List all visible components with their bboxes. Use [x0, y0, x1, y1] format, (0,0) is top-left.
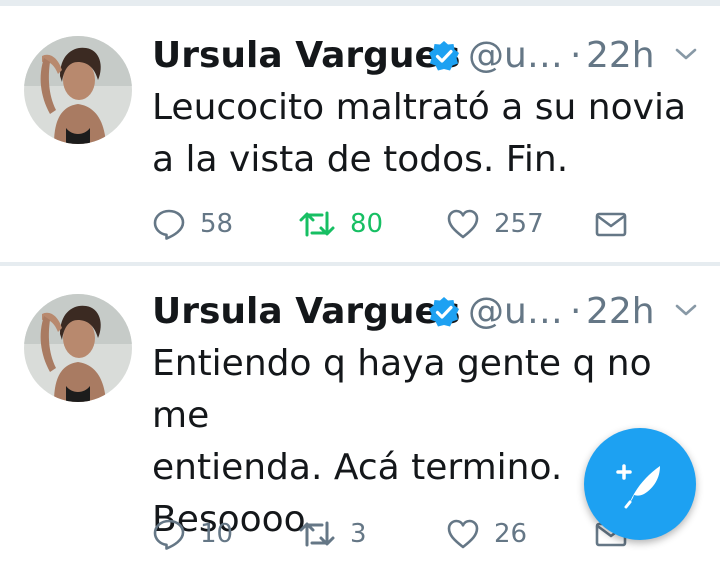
tweet[interactable]: Ursula Vargues @u… · 22h Leucocito maltr… [0, 6, 720, 264]
reply-count: 58 [200, 209, 234, 239]
chevron-down-icon[interactable] [672, 44, 700, 64]
avatar[interactable] [24, 294, 132, 402]
like-count: 257 [494, 209, 544, 239]
author-name[interactable]: Ursula Vargues [152, 288, 460, 336]
tweet-timestamp[interactable]: 22h [586, 288, 655, 336]
tweet-timestamp[interactable]: 22h [586, 32, 655, 80]
avatar[interactable] [24, 36, 132, 144]
author-handle[interactable]: @u… [468, 32, 563, 80]
retweet-count: 80 [350, 209, 384, 239]
tweet-text: Leucocito maltrató a su novia a la vista… [152, 87, 687, 180]
reply-button[interactable]: 10 [152, 514, 233, 554]
reply-icon [153, 519, 185, 550]
author-name[interactable]: Ursula Vargues [152, 32, 460, 80]
heart-icon [447, 209, 479, 239]
reply-icon [153, 209, 185, 240]
chevron-down-icon[interactable] [672, 300, 700, 320]
verified-badge-icon [429, 41, 459, 71]
retweet-button[interactable]: 80 [298, 204, 383, 244]
retweet-button[interactable]: 3 [298, 514, 367, 554]
tweet-header: Ursula Vargues @u… · 22h [152, 288, 712, 336]
reply-count: 10 [200, 519, 234, 549]
retweet-count: 3 [350, 519, 367, 549]
like-button[interactable]: 257 [446, 204, 544, 244]
like-count: 26 [494, 519, 528, 549]
reply-button[interactable]: 58 [152, 204, 233, 244]
retweet-icon [299, 211, 335, 237]
header-separator: · [570, 35, 582, 76]
compose-tweet-icon [616, 464, 660, 509]
like-button[interactable]: 26 [446, 514, 527, 554]
verified-badge-icon [429, 297, 459, 327]
compose-tweet-button[interactable] [584, 428, 696, 540]
mail-icon [595, 212, 627, 237]
direct-message-button[interactable] [594, 204, 628, 244]
tweet-header: Ursula Vargues @u… · 22h [152, 32, 712, 80]
tweet-actions: 58 80 257 [152, 204, 652, 244]
retweet-icon [299, 521, 335, 547]
tweet-actions: 10 3 26 [152, 514, 652, 554]
header-separator: · [570, 291, 582, 332]
heart-icon [447, 519, 479, 549]
author-handle[interactable]: @u… [468, 288, 563, 336]
